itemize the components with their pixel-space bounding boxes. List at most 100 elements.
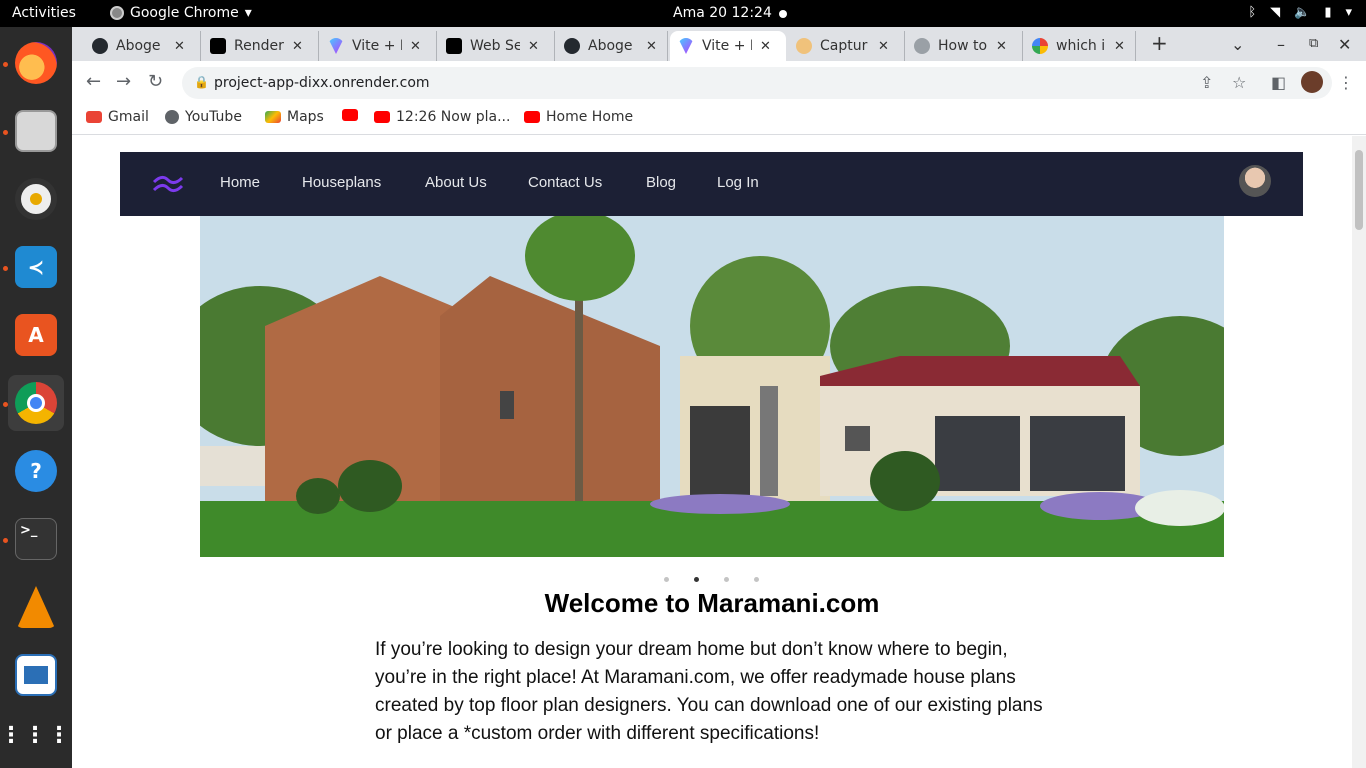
show-apps-button[interactable]: ⋮⋮⋮ [0, 707, 70, 763]
tab-5-active[interactable]: Vite + R ✕ [670, 31, 786, 61]
dock-vscode[interactable]: ≺ [8, 239, 64, 295]
globe-icon [165, 110, 179, 124]
logo-icon[interactable] [152, 174, 184, 194]
close-icon[interactable]: ✕ [996, 39, 1007, 54]
youtube-icon [342, 109, 358, 121]
reload-button[interactable]: ↻ [148, 71, 163, 92]
share-icon[interactable]: ⇪ [1200, 73, 1213, 92]
tab-4[interactable]: Aboge ✕ [556, 31, 668, 61]
carousel-dot-4[interactable] [754, 577, 759, 582]
nav-about-us[interactable]: About Us [425, 174, 487, 191]
firefox-icon [15, 42, 57, 84]
close-icon[interactable]: ✕ [292, 39, 303, 54]
bookmark-maps[interactable]: Maps [265, 109, 324, 125]
capture-icon [796, 38, 812, 54]
user-avatar[interactable] [1239, 165, 1271, 197]
system-tray[interactable]: ᛒ ◥ 🔈 ▮ ▾ [1248, 5, 1352, 20]
tab-title: Vite + R [702, 38, 752, 54]
wifi-icon: ◥ [1270, 5, 1281, 20]
minimize-button[interactable]: – [1277, 35, 1285, 54]
files-icon [15, 110, 57, 152]
back-button[interactable]: ← [86, 71, 101, 92]
bookmark-label: Gmail [108, 109, 149, 125]
dock-terminal[interactable]: >_ [8, 511, 64, 567]
bookmark-label: 12:26 Now pla... [396, 109, 511, 125]
menu-icon[interactable]: ⋮ [1338, 73, 1354, 92]
bookmark-gmail[interactable]: Gmail [86, 109, 149, 125]
youtube-icon [374, 111, 390, 123]
tab-search-icon[interactable]: ⌄ [1231, 35, 1244, 54]
close-icon[interactable]: ✕ [174, 39, 185, 54]
side-panel-icon[interactable]: ◧ [1271, 73, 1286, 92]
dock-firefox[interactable] [8, 35, 64, 91]
carousel-dot-3[interactable] [724, 577, 729, 582]
tab-3[interactable]: Web Se ✕ [438, 31, 555, 61]
nav-blog[interactable]: Blog [646, 174, 676, 191]
chevron-down-icon: ▾ [244, 5, 252, 21]
nav-contact-us[interactable]: Contact Us [528, 174, 602, 191]
bookmark-youtube[interactable]: YouTube [165, 109, 242, 125]
dock-help[interactable]: ? [8, 443, 64, 499]
restore-button[interactable]: ⧉ [1309, 36, 1318, 51]
dock-rhythmbox[interactable] [8, 171, 64, 227]
bookmark-home[interactable]: Home Home [524, 109, 633, 125]
profile-avatar[interactable] [1301, 71, 1323, 93]
page-viewport[interactable]: Home Houseplans About Us Contact Us Blog… [72, 136, 1366, 768]
tab-title: which i [1056, 38, 1106, 54]
close-icon[interactable]: ✕ [878, 39, 889, 54]
dock-files[interactable] [8, 103, 64, 159]
clock[interactable]: Ama 20 12:24 [673, 5, 772, 21]
welcome-heading: Welcome to Maramani.com [544, 588, 880, 618]
youtube-icon [524, 111, 540, 123]
close-icon[interactable]: ✕ [646, 39, 657, 54]
bookmark-now-playing[interactable]: 12:26 Now pla... [374, 109, 510, 125]
volume-icon: 🔈 [1294, 5, 1311, 20]
close-icon[interactable]: ✕ [1114, 39, 1125, 54]
close-icon[interactable]: ✕ [760, 39, 771, 54]
dock-libreoffice-writer[interactable] [8, 647, 64, 703]
scrollbar-thumb[interactable] [1355, 150, 1363, 230]
intro-paragraph: If you’re looking to design your dream h… [375, 639, 1043, 744]
bookmark-label: YouTube [185, 109, 242, 125]
close-icon[interactable]: ✕ [528, 39, 539, 54]
dock-vlc[interactable] [8, 579, 64, 635]
tab-2[interactable]: Vite + R ✕ [320, 31, 437, 61]
system-top-bar: Activities Google Chrome ▾ Ama 20 12:24 … [0, 0, 1366, 27]
vlc-icon [17, 586, 55, 628]
tab-0[interactable]: Aboge ✕ [84, 31, 201, 61]
close-icon[interactable]: ✕ [410, 39, 421, 54]
bookmark-star-icon[interactable]: ☆ [1232, 73, 1246, 92]
new-tab-button[interactable]: + [1151, 31, 1168, 55]
forward-button[interactable]: → [116, 71, 131, 92]
carousel-dot-1[interactable] [664, 577, 669, 582]
maps-icon [265, 111, 281, 123]
bookmark-label: Maps [287, 109, 324, 125]
browser-toolbar: ← → ↻ 🔒 project-app-dixx.onrender.com ⇪ … [72, 61, 1366, 103]
nav-log-in[interactable]: Log In [717, 174, 759, 191]
vite-icon [678, 38, 694, 54]
dock-chrome[interactable] [8, 375, 64, 431]
app-menu[interactable]: Google Chrome ▾ [110, 5, 252, 21]
tab-8[interactable]: which i ✕ [1024, 31, 1136, 61]
app-name: Google Chrome [130, 5, 239, 21]
page-scrollbar[interactable] [1352, 136, 1366, 768]
close-window-button[interactable]: ✕ [1338, 35, 1351, 54]
address-bar[interactable]: 🔒 project-app-dixx.onrender.com [182, 67, 1332, 99]
hero-carousel-image[interactable] [200, 216, 1224, 557]
vite-icon [328, 38, 344, 54]
tab-7[interactable]: How to ✕ [906, 31, 1023, 61]
dock-software-center[interactable]: A [8, 307, 64, 363]
nav-houseplans[interactable]: Houseplans [302, 174, 381, 191]
battery-icon: ▮ [1324, 5, 1332, 20]
bookmark-youtube-video[interactable] [342, 109, 364, 121]
chrome-icon [15, 382, 57, 424]
tab-6[interactable]: Captur ✕ [788, 31, 905, 61]
nav-home[interactable]: Home [220, 174, 260, 191]
bookmarks-bar: Gmail YouTube Maps 12:26 Now pla... Home… [72, 103, 1366, 135]
notification-dot [779, 10, 787, 18]
carousel-dot-2[interactable] [694, 577, 699, 582]
activities-button[interactable]: Activities [12, 5, 76, 21]
house-render-image [200, 216, 1224, 557]
vscode-icon: ≺ [15, 246, 57, 288]
tab-1[interactable]: Render ✕ [202, 31, 319, 61]
